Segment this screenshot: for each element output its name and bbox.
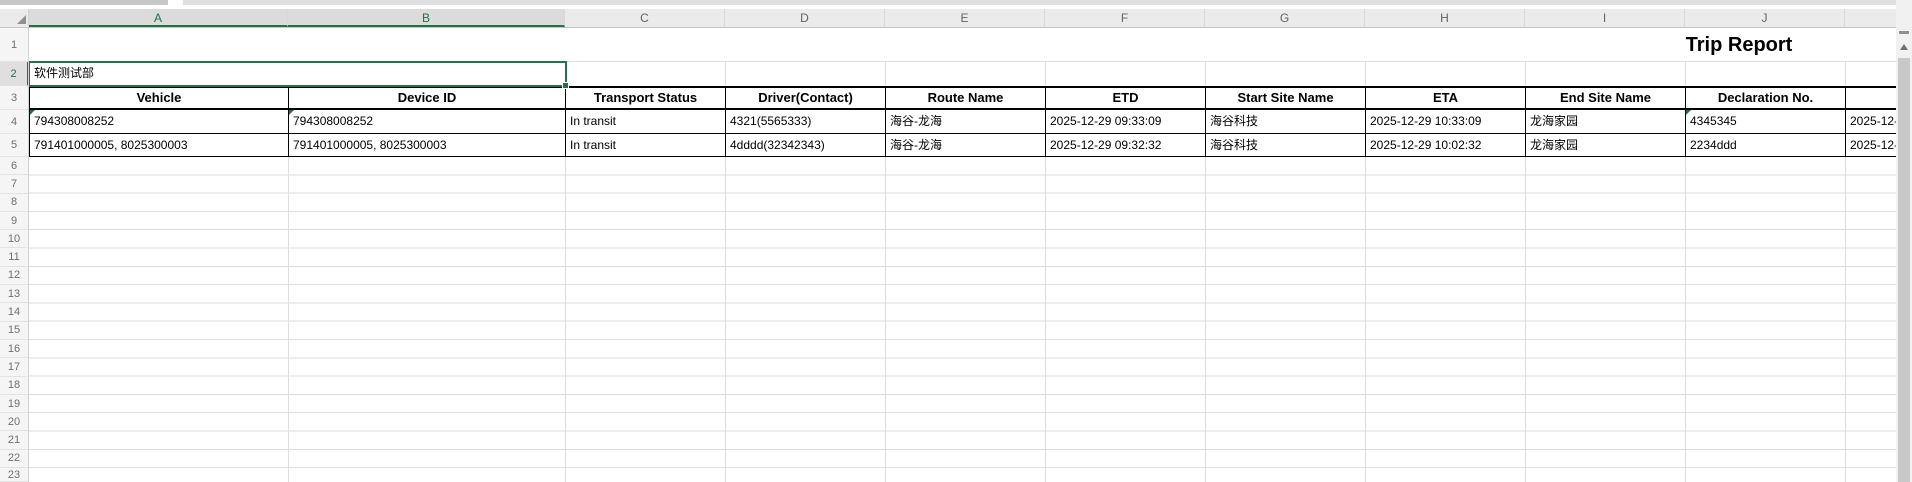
table-cell[interactable]: 4321(5565333) <box>726 110 886 133</box>
table-cell[interactable]: 龙海家园 <box>1526 134 1686 156</box>
sheet-grid[interactable]: Trip Report VehicleDevice IDTransport St… <box>29 28 1896 482</box>
column-header-h[interactable]: H <box>1365 9 1525 27</box>
table-header-cell[interactable]: Route Name <box>886 88 1046 108</box>
row-header-15[interactable]: 15 <box>0 322 28 340</box>
column-header-b[interactable]: B <box>288 9 565 27</box>
table-cell[interactable]: 海谷科技 <box>1206 134 1366 156</box>
table-cell[interactable]: In transit <box>566 110 726 133</box>
table-header-cell[interactable]: ETA <box>1366 88 1526 108</box>
column-header-c[interactable]: C <box>565 9 725 27</box>
selected-cell-value: 软件测试部 <box>30 63 565 84</box>
table-header-cell[interactable]: ETD <box>1046 88 1206 108</box>
column-header-i[interactable]: I <box>1525 9 1685 27</box>
table-cell[interactable]: 794308008252 <box>30 110 289 133</box>
column-header-a[interactable]: A <box>29 9 288 27</box>
row-header-16[interactable]: 16 <box>0 340 28 358</box>
table-cell[interactable]: 2025-12-29 <box>1846 134 1896 156</box>
error-indicator-icon <box>1686 110 1691 115</box>
row-header-strip: 1234567891011121314151617181920212223 <box>0 28 29 482</box>
table-header-cell[interactable]: Device ID <box>289 88 566 108</box>
report-title-cell[interactable]: Trip Report <box>1589 32 1889 60</box>
toolbar-segment <box>183 0 1896 5</box>
table-cell[interactable]: 海谷-龙海 <box>886 134 1046 156</box>
fill-handle[interactable] <box>562 82 569 89</box>
scroll-up-icon[interactable] <box>1900 44 1908 50</box>
row-header-6[interactable]: 6 <box>0 157 28 175</box>
gridline <box>725 62 726 86</box>
table-cell[interactable]: 791401000005, 8025300003 <box>289 134 566 156</box>
gridline <box>885 62 886 86</box>
row-header-12[interactable]: 12 <box>0 267 28 285</box>
table-header-cell[interactable]: Start Site Name <box>1206 88 1366 108</box>
table-cell[interactable]: 2025-12-29 10:02:32 <box>1366 134 1526 156</box>
table-header-cell[interactable]: Actual D <box>1846 88 1896 108</box>
row-header-8[interactable]: 8 <box>0 194 28 212</box>
toolbar-sliver <box>0 0 1896 5</box>
row-header-23[interactable]: 23 <box>0 468 28 482</box>
table-cell[interactable]: 2025-12-29 10:33:09 <box>1366 110 1526 133</box>
row-header-9[interactable]: 9 <box>0 212 28 230</box>
empty-row-gridlines <box>29 157 1896 482</box>
row-header-14[interactable]: 14 <box>0 303 28 321</box>
gridline <box>1685 62 1686 86</box>
table-header-cell[interactable]: Declaration No. <box>1686 88 1846 108</box>
row-header-18[interactable]: 18 <box>0 377 28 395</box>
gridline <box>1365 62 1366 86</box>
row-header-19[interactable]: 19 <box>0 395 28 413</box>
vertical-scrollbar[interactable] <box>1896 0 1912 482</box>
row-header-7[interactable]: 7 <box>0 175 28 193</box>
row-header-13[interactable]: 13 <box>0 285 28 303</box>
scrollbar-split-handle[interactable] <box>1899 31 1909 34</box>
table-cell[interactable]: 海谷科技 <box>1206 110 1366 133</box>
row-header-22[interactable]: 22 <box>0 450 28 468</box>
gridline <box>1205 62 1206 86</box>
error-indicator-icon <box>30 110 35 115</box>
row-header-1[interactable]: 1 <box>0 28 28 62</box>
column-header-g[interactable]: G <box>1205 9 1365 27</box>
table-cell[interactable]: 海谷-龙海 <box>886 110 1046 133</box>
row-header-20[interactable]: 20 <box>0 413 28 431</box>
table-cell[interactable]: In transit <box>566 134 726 156</box>
row-header-10[interactable]: 10 <box>0 230 28 248</box>
error-indicator-icon <box>289 110 294 115</box>
row-header-3[interactable]: 3 <box>0 86 28 110</box>
column-header-f[interactable]: F <box>1045 9 1205 27</box>
select-all-button[interactable] <box>0 9 29 28</box>
table-cell[interactable]: 2025-12-29 09:32:32 <box>1046 134 1206 156</box>
table-cell[interactable]: 2025-12-29 09:33:09 <box>1046 110 1206 133</box>
table-cell[interactable]: 794308008252 <box>289 110 566 133</box>
table-cell[interactable]: 4dddd(32342343) <box>726 134 886 156</box>
table-header-cell[interactable]: Driver(Contact) <box>726 88 886 108</box>
spreadsheet-app: ABCDEFGHIJ 12345678910111213141516171819… <box>0 0 1912 482</box>
table-cell[interactable]: 2234ddd <box>1686 134 1846 156</box>
table-cell[interactable]: 龙海家园 <box>1526 110 1686 133</box>
table-cell[interactable]: 2025-12-29 <box>1846 110 1896 133</box>
gridline <box>1525 62 1526 86</box>
row-header-11[interactable]: 11 <box>0 248 28 266</box>
column-header-strip: ABCDEFGHIJ <box>29 9 1896 28</box>
gridline <box>566 61 1896 62</box>
row-header-5[interactable]: 5 <box>0 134 28 157</box>
column-header-e[interactable]: E <box>885 9 1045 27</box>
scrollbar-thumb[interactable] <box>1898 58 1910 482</box>
table-header-cell[interactable]: Transport Status <box>566 88 726 108</box>
selected-cell-a2[interactable]: 软件测试部 <box>29 61 567 87</box>
toolbar-segment <box>0 0 168 5</box>
table-cell[interactable]: 4345345 <box>1686 110 1846 133</box>
column-header-d[interactable]: D <box>725 9 885 27</box>
gridline <box>1845 62 1846 86</box>
select-all-icon <box>17 15 26 24</box>
table-cell[interactable]: 791401000005, 8025300003 <box>30 134 289 156</box>
table-header-cell[interactable]: Vehicle <box>30 88 289 108</box>
row-header-4[interactable]: 4 <box>0 110 28 134</box>
row-header-17[interactable]: 17 <box>0 358 28 376</box>
gridline <box>1045 62 1046 86</box>
column-header-j[interactable]: J <box>1685 9 1845 27</box>
table-header-cell[interactable]: End Site Name <box>1526 88 1686 108</box>
row-header-2[interactable]: 2 <box>0 62 29 86</box>
trip-report-table: VehicleDevice IDTransport StatusDriver(C… <box>29 86 1896 157</box>
row-header-21[interactable]: 21 <box>0 431 28 449</box>
